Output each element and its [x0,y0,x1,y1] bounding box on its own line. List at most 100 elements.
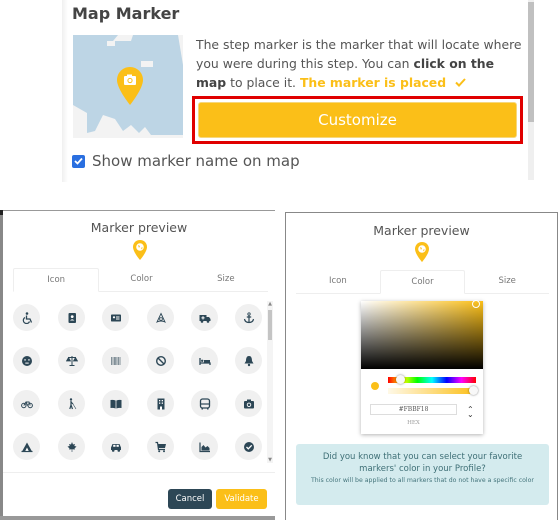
building-icon [157,398,164,409]
angry-face-icon [21,355,32,366]
ban-icon [155,355,166,366]
tab-size[interactable]: Size [465,270,549,293]
check-icon [455,78,466,87]
chart-area-icon [198,442,210,452]
icon-option[interactable] [235,390,262,417]
hex-input[interactable]: #FBBF18 [370,404,457,415]
icon-option[interactable] [13,304,40,331]
tab-icon[interactable]: Icon [296,270,380,293]
hue-slider-handle[interactable] [396,375,405,384]
barcode-icon [110,356,120,365]
customize-highlight: Customize [192,96,523,144]
shopping-cart-icon [155,441,166,452]
icon-option[interactable] [235,347,262,374]
bell-icon [244,355,253,366]
map-thumbnail[interactable] [73,35,183,138]
icon-option[interactable] [147,304,174,331]
marker-preview-globe-icon [415,242,429,262]
modal-title: Marker preview [90,220,188,235]
color-modal: Marker preview Icon Color Size #FBBF18 H… [285,212,558,520]
icon-option[interactable] [191,347,218,374]
marker-preview-globe-icon [133,240,147,260]
scroll-up-arrow-icon[interactable]: ▲ [267,301,273,307]
icon-option[interactable] [191,433,218,460]
icon-option[interactable] [58,347,85,374]
icon-option[interactable] [147,390,174,417]
show-marker-name-row[interactable]: Show marker name on map [72,152,300,170]
icon-grid-scrollbar-thumb[interactable] [268,310,272,340]
modal-title: Marker preview [373,223,470,238]
panel-scrollbar-thumb[interactable] [528,2,534,122]
icon-option[interactable] [191,304,218,331]
icon-option[interactable] [13,347,40,374]
cancel-button[interactable]: Cancel [168,489,212,509]
icon-grid-scrollbar[interactable]: ▲ ▼ [267,301,273,463]
saturation-area[interactable] [361,300,483,369]
address-book-icon [68,312,76,323]
show-marker-name-label: Show marker name on map [92,152,300,170]
profile-color-info: Did you know that you can select your fa… [296,444,549,505]
icon-option[interactable] [102,347,129,374]
icon-option[interactable] [13,433,40,460]
icon-option[interactable] [235,433,262,460]
ambulance-icon [199,314,210,323]
icon-option[interactable] [58,390,85,417]
canadian-maple-leaf-icon [67,441,76,452]
color-picker: #FBBF18 HEX ⌃ ⌄ [361,300,483,434]
info-main-text: Did you know that you can select your fa… [322,452,523,474]
map-marker-title: Map Marker [72,4,180,23]
alpha-slider-handle[interactable] [469,386,478,395]
bus-icon [199,397,210,409]
icon-option[interactable] [102,433,129,460]
placed-status: The marker is placed [299,75,447,90]
campground-icon [21,442,32,452]
validate-button[interactable]: Validate [216,489,267,509]
camera-icon [117,67,143,105]
scroll-down-arrow-icon[interactable]: ▼ [267,457,273,463]
car-icon [110,443,121,452]
customize-button[interactable]: Customize [198,102,517,138]
airbnb-icon [155,311,166,323]
balance-scale-icon [65,355,78,366]
blind-person-icon [68,397,76,409]
wheelchair-icon [22,311,32,324]
backdrop-bottom-edge [0,516,275,520]
anchor-icon [243,311,254,323]
panel-shadow [62,0,68,182]
hue-slider[interactable] [388,375,476,384]
selected-color-swatch [371,382,379,390]
format-toggle-icon[interactable]: ⌃ ⌄ [467,406,474,419]
icon-option[interactable] [102,304,129,331]
modal-tabs: Icon Color Size [13,268,268,292]
modal-footer-divider [3,472,275,473]
bed-icon [198,357,211,365]
map-marker-panel: Map Marker The step marker is the marker… [62,0,536,182]
panel-scrollbar[interactable] [528,0,534,180]
icon-option[interactable] [147,433,174,460]
checkmark-icon [74,157,83,165]
icon-modal: Marker preview Icon Color Size ▲ ▼ Cance… [3,210,275,520]
tab-icon[interactable]: Icon [13,268,100,292]
icon-option[interactable] [147,347,174,374]
check-circle-icon [243,441,254,452]
icon-option[interactable] [235,304,262,331]
icon-option[interactable] [191,390,218,417]
modal-tabs: Icon Color Size [296,270,549,294]
info-sub-text: This color will be applied to all marker… [311,477,534,484]
icon-option[interactable] [102,390,129,417]
description-text-2: to place it. [226,75,300,90]
id-card-icon [110,314,121,321]
icon-grid [13,304,263,464]
show-marker-name-checkbox[interactable] [72,154,85,168]
tab-size[interactable]: Size [184,268,268,291]
icon-option[interactable] [58,433,85,460]
tab-color[interactable]: Color [379,270,466,294]
icon-option[interactable] [58,304,85,331]
book-open-icon [110,399,121,408]
saturation-handle[interactable] [472,300,480,308]
icon-option[interactable] [13,390,40,417]
screenshot-root: Map Marker The step marker is the marker… [0,0,560,520]
alpha-slider[interactable] [388,386,478,395]
hex-format-label: HEX [407,420,420,426]
tab-color[interactable]: Color [99,268,183,291]
